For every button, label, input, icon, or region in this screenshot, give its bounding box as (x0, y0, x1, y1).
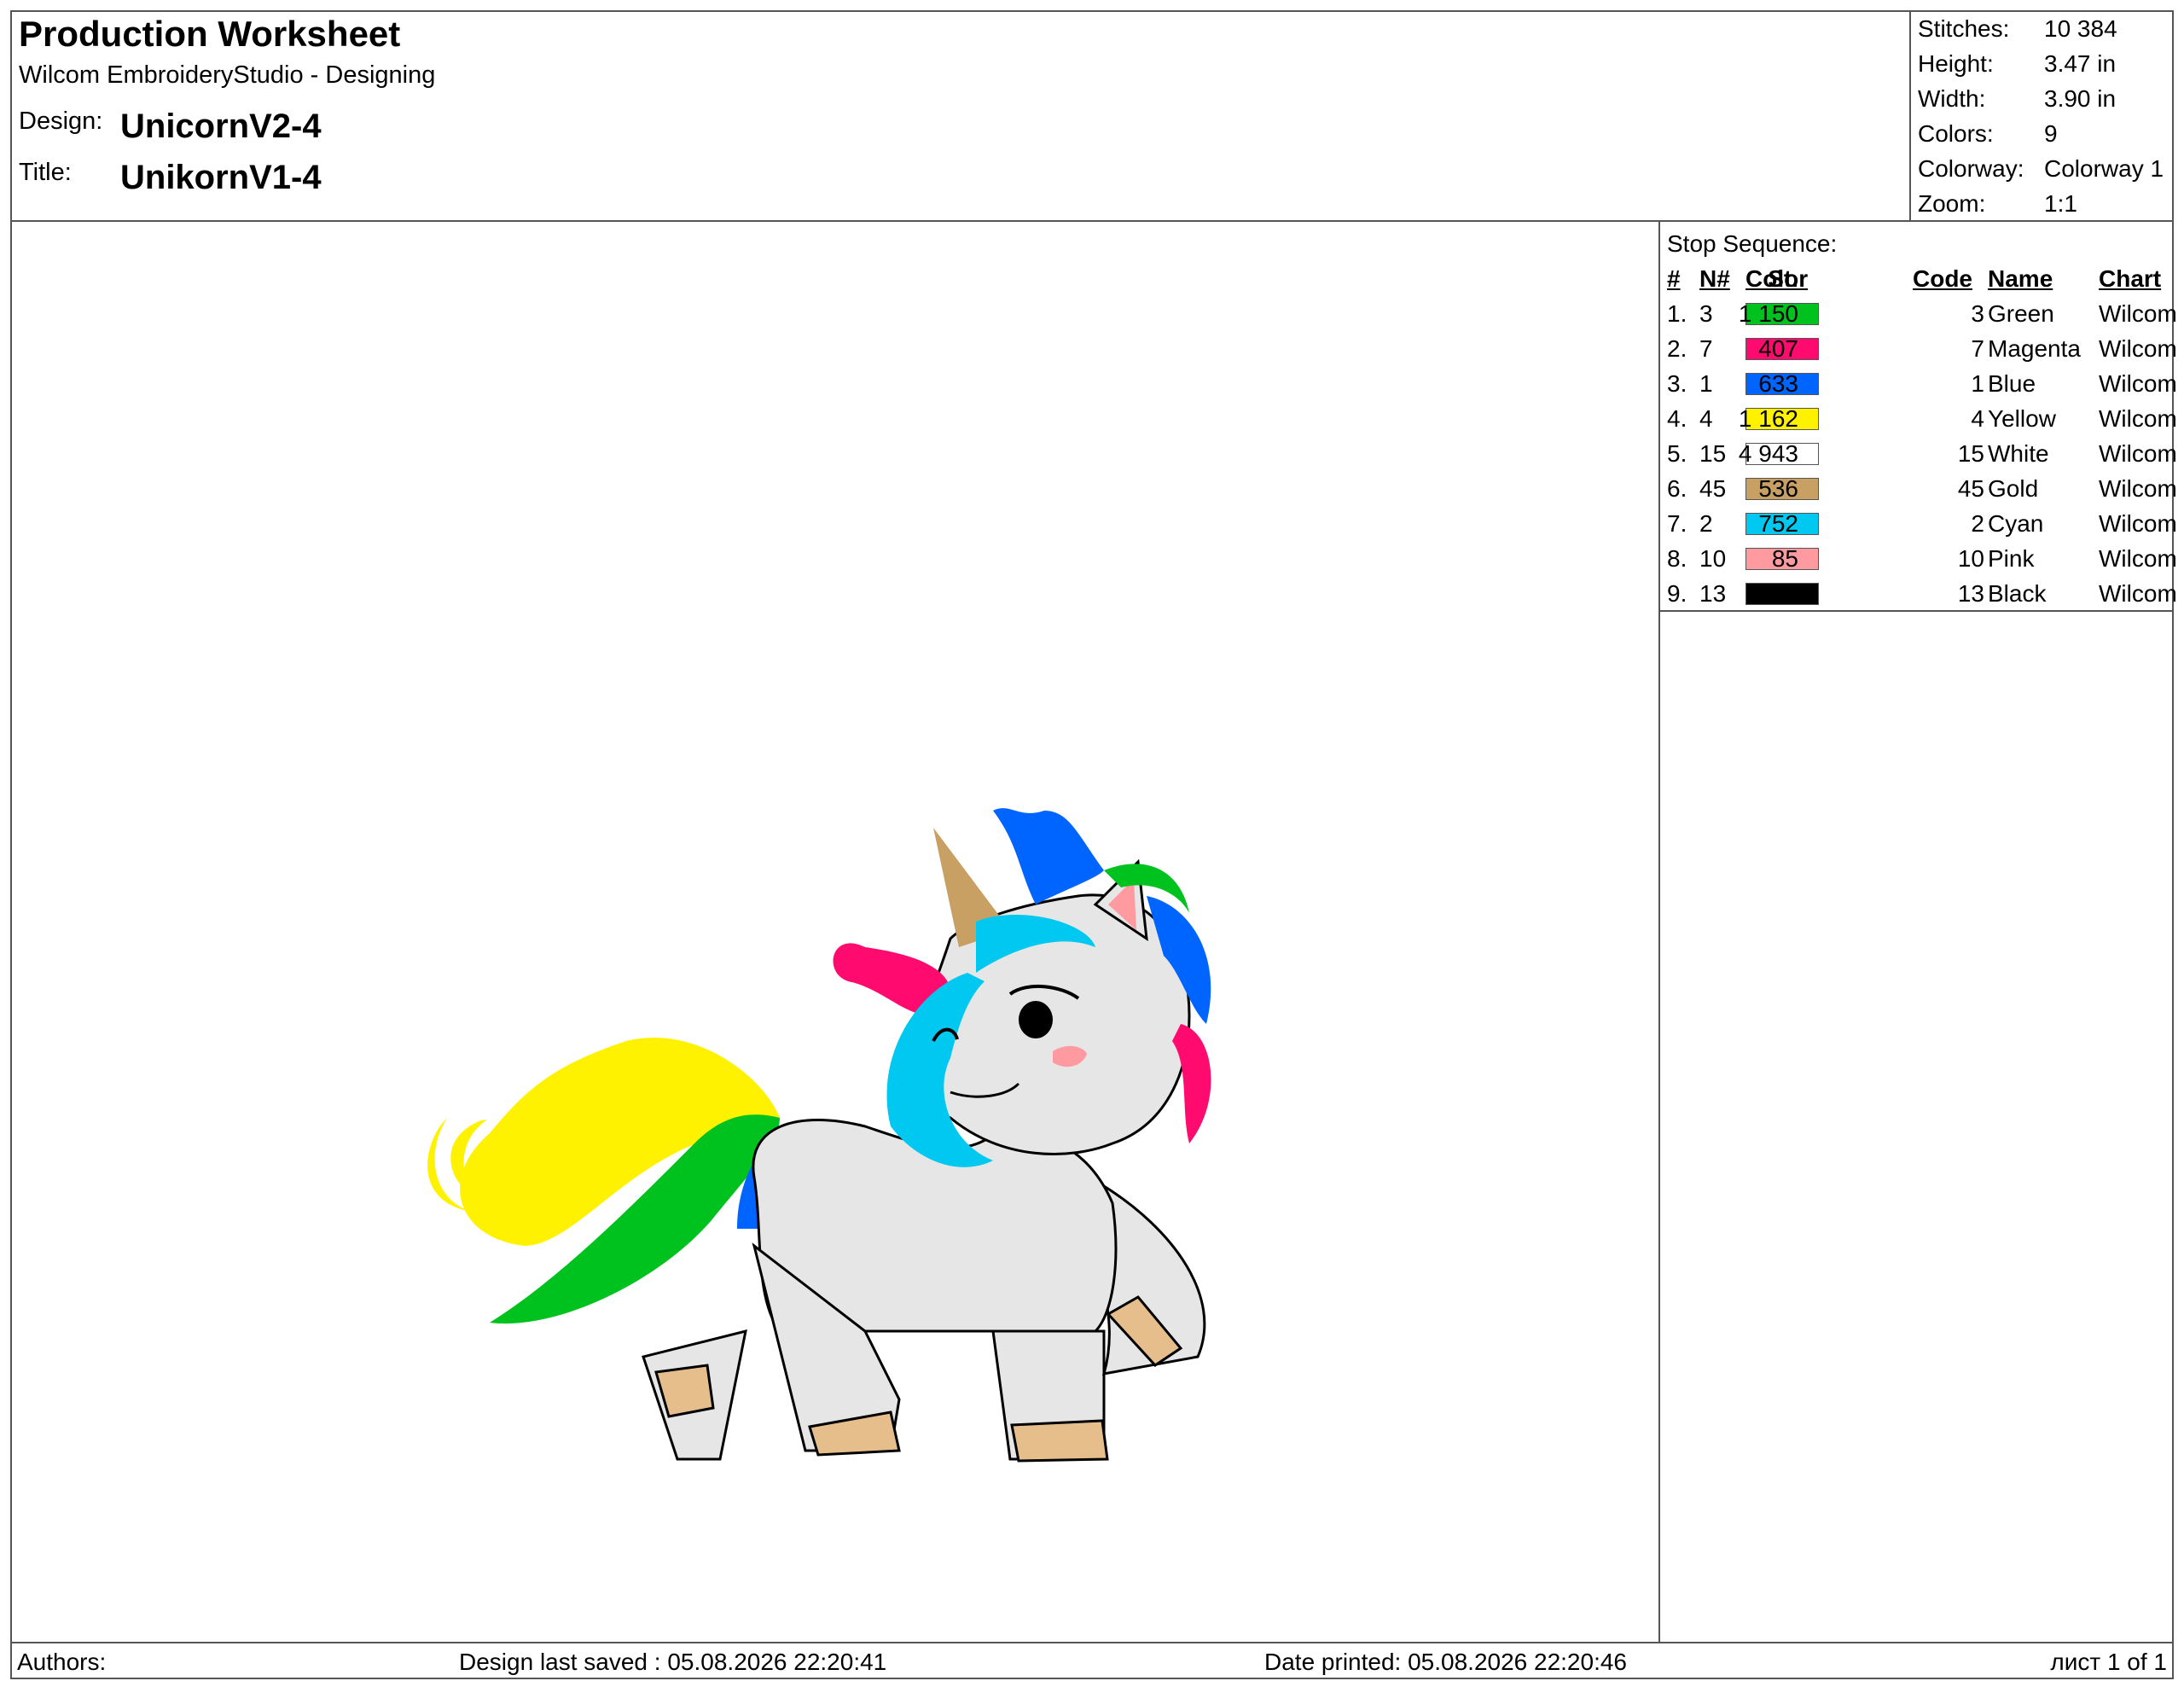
cell-chart: Wilcom (2099, 335, 2177, 362)
cell-num: 4. (1667, 405, 1687, 432)
title-label: Title: (19, 159, 72, 186)
cell-name: Yellow (1988, 405, 2056, 432)
cell-chart: Wilcom (2099, 370, 2177, 397)
cell-chart: Wilcom (2099, 580, 2177, 607)
production-worksheet: Production Worksheet Wilcom EmbroiderySt… (10, 10, 2177, 1681)
worksheet-footer: Authors: Design last saved : 05.08.2026 … (12, 1642, 2172, 1681)
col-header-chart: Chart (2099, 265, 2162, 292)
worksheet-header: Production Worksheet Wilcom EmbroiderySt… (12, 12, 2172, 222)
cell-st: 752 (1758, 510, 1798, 537)
cell-n: 1 (1699, 370, 1713, 397)
design-stats: Stitches: 10 384 Height: 3.47 in Width: 3.9… (1909, 12, 2174, 220)
col-header-name: Name (1988, 265, 2053, 292)
cell-chart: Wilcom (2099, 545, 2177, 572)
stat-width: Width: 3.90 in (1918, 85, 2117, 112)
cell-n: 2 (1699, 510, 1713, 537)
cell-st: 85 (1771, 545, 1798, 572)
cell-chart: Wilcom (2099, 510, 2177, 537)
cell-n: 10 (1699, 545, 1727, 572)
footer-authors: Authors: (17, 1649, 107, 1675)
cell-st: 4 943 (1738, 440, 1798, 467)
cell-n: 45 (1699, 475, 1727, 502)
cell-st: 407 (1758, 335, 1798, 362)
cell-n: 13 (1699, 580, 1727, 607)
cell-name: Magenta (1988, 335, 2081, 362)
cell-name: White (1988, 440, 2049, 467)
cell-num: 8. (1667, 545, 1687, 572)
cell-num: 1. (1667, 300, 1687, 327)
cell-name: Cyan (1988, 510, 2044, 537)
stat-height: Height: 3.47 in (1918, 50, 2117, 77)
cell-st: 714 (1758, 580, 1798, 607)
stat-colorway: Colorway: Colorway 1 (1918, 155, 2164, 182)
cell-st: 536 (1758, 475, 1798, 502)
cell-code: 10 (1957, 545, 1984, 572)
stat-colors: Colors: 9 (1918, 120, 2058, 147)
title-value: UnikornV1-4 (120, 159, 322, 196)
footer-last-saved: Design last saved : 05.08.2026 22:20:41 (459, 1649, 887, 1675)
col-header-n: N# (1699, 265, 1730, 292)
cell-code: 15 (1957, 440, 1984, 467)
footer-page-number: лист 1 of 1 (2050, 1649, 2167, 1675)
cell-st: 633 (1758, 370, 1798, 397)
worksheet-title: Production Worksheet (19, 14, 401, 54)
col-header-num: # (1667, 265, 1681, 292)
cell-name: Pink (1988, 545, 2035, 572)
design-preview (12, 222, 1660, 1642)
stat-zoom: Zoom: 1:1 (1918, 190, 2077, 217)
stop-sequence-title: Stop Sequence: (1667, 230, 1838, 257)
cell-st: 1 150 (1738, 300, 1798, 327)
cell-num: 5. (1667, 440, 1687, 467)
stat-stitches: Stitches: 10 384 (1918, 15, 2117, 42)
cell-num: 6. (1667, 475, 1687, 502)
cell-code: 45 (1957, 475, 1984, 502)
cell-code: 4 (1971, 405, 1984, 432)
unicorn-embroidery-image (427, 808, 1211, 1463)
cell-code: 1 (1971, 370, 1984, 397)
cell-chart: Wilcom (2099, 300, 2177, 327)
cell-num: 3. (1667, 370, 1687, 397)
cell-name: Gold (1988, 475, 2039, 502)
cell-n: 3 (1699, 300, 1713, 327)
cell-num: 2. (1667, 335, 1687, 362)
cell-code: 3 (1971, 300, 1984, 327)
stop-sequence: Stop Sequence: # N# Color St. Code Name … (1660, 222, 2177, 614)
cell-chart: Wilcom (2099, 440, 2177, 467)
cell-num: 7. (1667, 510, 1687, 537)
design-label: Design: (19, 108, 103, 135)
cell-n: 7 (1699, 335, 1713, 362)
cell-name: Blue (1988, 370, 2036, 397)
cell-name: Black (1988, 580, 2047, 607)
col-header-code: Code (1913, 265, 1972, 292)
col-header-st: St. (1768, 265, 1798, 292)
cell-n: 15 (1699, 440, 1727, 467)
design-value: UnicornV2-4 (120, 108, 322, 145)
cell-chart: Wilcom (2099, 405, 2177, 432)
cell-st: 1 162 (1738, 405, 1798, 432)
cell-code: 7 (1971, 335, 1984, 362)
cell-name: Green (1988, 300, 2054, 327)
footer-date-printed: Date printed: 05.08.2026 22:20:46 (1264, 1649, 1628, 1675)
cell-n: 4 (1699, 405, 1713, 432)
cell-code: 2 (1971, 510, 1984, 537)
cell-code: 13 (1957, 580, 1984, 607)
cell-num: 9. (1667, 580, 1687, 607)
app-name: Wilcom EmbroideryStudio - Designing (19, 61, 436, 89)
cell-chart: Wilcom (2099, 475, 2177, 502)
